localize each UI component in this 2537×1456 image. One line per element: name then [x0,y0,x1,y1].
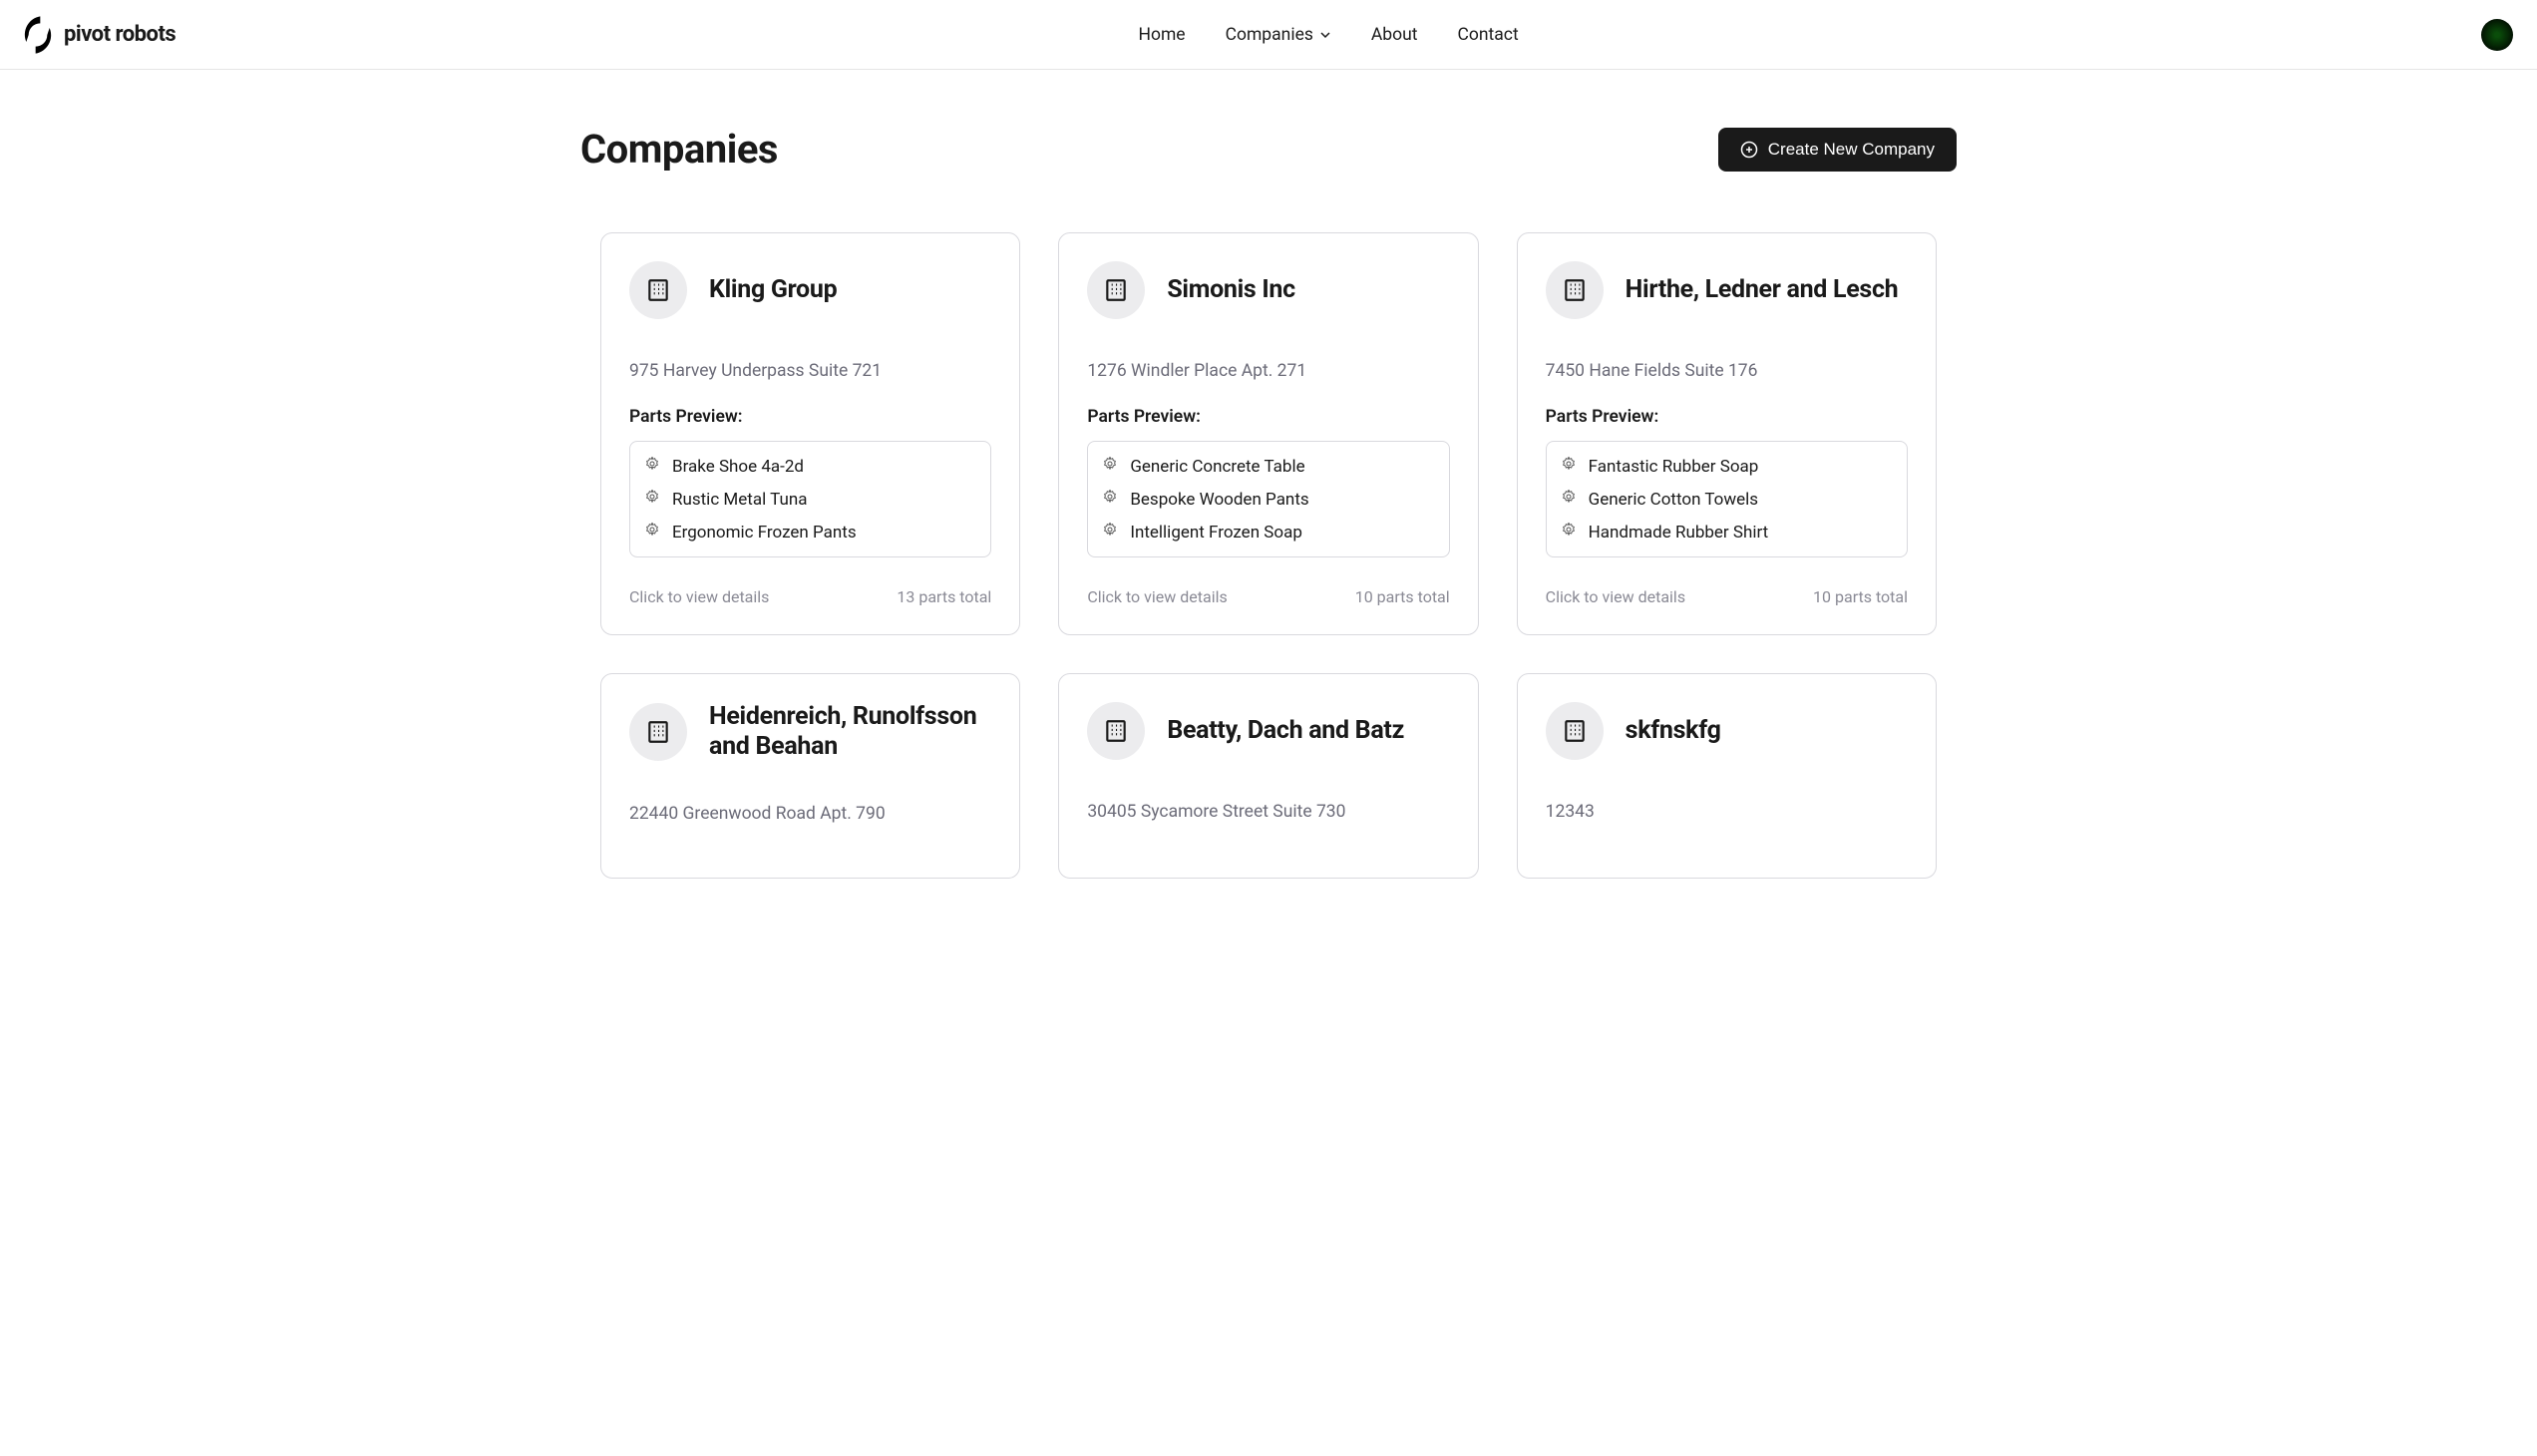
part-row: Rustic Metal Tuna [630,483,990,516]
nav-companies[interactable]: Companies [1226,25,1331,45]
gear-icon [1102,489,1118,510]
gear-icon [1561,489,1577,510]
click-hint: Click to view details [1546,587,1685,606]
card-footer: Click to view details 13 parts total [629,587,991,606]
company-card[interactable]: Beatty, Dach and Batz 30405 Sycamore Stre… [1058,673,1478,879]
card-header: skfnskfg [1546,702,1908,760]
parts-total: 10 parts total [1813,587,1908,606]
card-footer: Click to view details 10 parts total [1546,587,1908,606]
card-header: Kling Group [629,261,991,319]
card-header: Simonis Inc [1087,261,1449,319]
part-name: Handmade Rubber Shirt [1589,523,1769,543]
header: pivot robots Home Companies About Contac… [0,0,2537,70]
company-card[interactable]: Simonis Inc 1276 Windler Place Apt. 271 Pa… [1058,232,1478,635]
company-card[interactable]: skfnskfg 12343 [1517,673,1937,879]
part-row: Brake Shoe 4a-2d [630,450,990,483]
company-card[interactable]: Hirthe, Ledner and Lesch 7450 Hane Fields… [1517,232,1937,635]
create-company-label: Create New Company [1768,140,1935,160]
avatar[interactable] [2481,19,2513,51]
gear-icon [644,456,660,477]
click-hint: Click to view details [629,587,769,606]
company-card[interactable]: Heidenreich, Runolfsson and Beahan 22440 … [600,673,1020,879]
part-name: Generic Concrete Table [1130,457,1304,477]
building-icon [1546,261,1604,319]
gear-icon [644,522,660,543]
part-name: Intelligent Frozen Soap [1130,523,1302,543]
building-icon [1087,261,1145,319]
part-name: Ergonomic Frozen Pants [672,523,857,543]
company-name: Simonis Inc [1167,275,1295,305]
parts-preview-box: Generic Concrete Table Bespoke Wooden Pan… [1087,441,1449,557]
parts-preview-label: Parts Preview: [1087,407,1449,427]
card-footer: Click to view details 10 parts total [1087,587,1449,606]
nav-companies-label: Companies [1226,25,1313,45]
parts-preview-label: Parts Preview: [629,407,991,427]
nav-about[interactable]: About [1371,25,1418,45]
gear-icon [1102,456,1118,477]
part-name: Fantastic Rubber Soap [1589,457,1759,477]
company-name: skfnskfg [1626,716,1721,746]
company-card[interactable]: Kling Group 975 Harvey Underpass Suite 72… [600,232,1020,635]
company-name: Kling Group [709,275,837,305]
company-address: 1276 Windler Place Apt. 271 [1087,361,1449,381]
gear-icon [1102,522,1118,543]
building-icon [1546,702,1604,760]
part-name: Generic Cotton Towels [1589,490,1758,510]
companies-grid: Kling Group 975 Harvey Underpass Suite 72… [580,232,1957,879]
part-row: Generic Concrete Table [1088,450,1448,483]
building-icon [1087,702,1145,760]
part-name: Brake Shoe 4a-2d [672,457,804,477]
building-icon [629,703,687,761]
card-header: Hirthe, Ledner and Lesch [1546,261,1908,319]
click-hint: Click to view details [1087,587,1227,606]
company-address: 30405 Sycamore Street Suite 730 [1087,802,1449,822]
company-name: Heidenreich, Runolfsson and Beahan [709,702,991,762]
brand-text: pivot robots [64,22,176,47]
part-row: Fantastic Rubber Soap [1547,450,1907,483]
part-row: Generic Cotton Towels [1547,483,1907,516]
part-row: Ergonomic Frozen Pants [630,516,990,548]
company-address: 975 Harvey Underpass Suite 721 [629,361,991,381]
company-address: 7450 Hane Fields Suite 176 [1546,361,1908,381]
chevron-down-icon [1319,29,1331,41]
card-header: Beatty, Dach and Batz [1087,702,1449,760]
page-title: Companies [580,126,778,173]
company-name: Hirthe, Ledner and Lesch [1626,275,1899,305]
main-nav: Home Companies About Contact [1139,25,1519,45]
building-icon [629,261,687,319]
parts-preview-box: Brake Shoe 4a-2d Rustic Metal Tuna Ergonom… [629,441,991,557]
parts-preview-box: Fantastic Rubber Soap Generic Cotton Towe… [1546,441,1908,557]
page-header: Companies Create New Company [580,126,1957,173]
gear-icon [1561,522,1577,543]
logo-icon [24,13,52,57]
nav-home[interactable]: Home [1139,25,1186,45]
parts-preview-label: Parts Preview: [1546,407,1908,427]
gear-icon [1561,456,1577,477]
company-address: 22440 Greenwood Road Apt. 790 [629,804,991,824]
gear-icon [644,489,660,510]
plus-circle-icon [1740,141,1758,159]
nav-contact[interactable]: Contact [1458,25,1519,45]
part-row: Handmade Rubber Shirt [1547,516,1907,548]
parts-total: 10 parts total [1355,587,1450,606]
company-name: Beatty, Dach and Batz [1167,716,1404,746]
part-row: Intelligent Frozen Soap [1088,516,1448,548]
page-content: Companies Create New Company Kling Group… [541,70,1996,934]
parts-total: 13 parts total [897,587,991,606]
logo[interactable]: pivot robots [24,13,176,57]
part-name: Bespoke Wooden Pants [1130,490,1308,510]
company-address: 12343 [1546,802,1908,822]
part-name: Rustic Metal Tuna [672,490,807,510]
card-header: Heidenreich, Runolfsson and Beahan [629,702,991,762]
part-row: Bespoke Wooden Pants [1088,483,1448,516]
create-company-button[interactable]: Create New Company [1718,128,1957,172]
